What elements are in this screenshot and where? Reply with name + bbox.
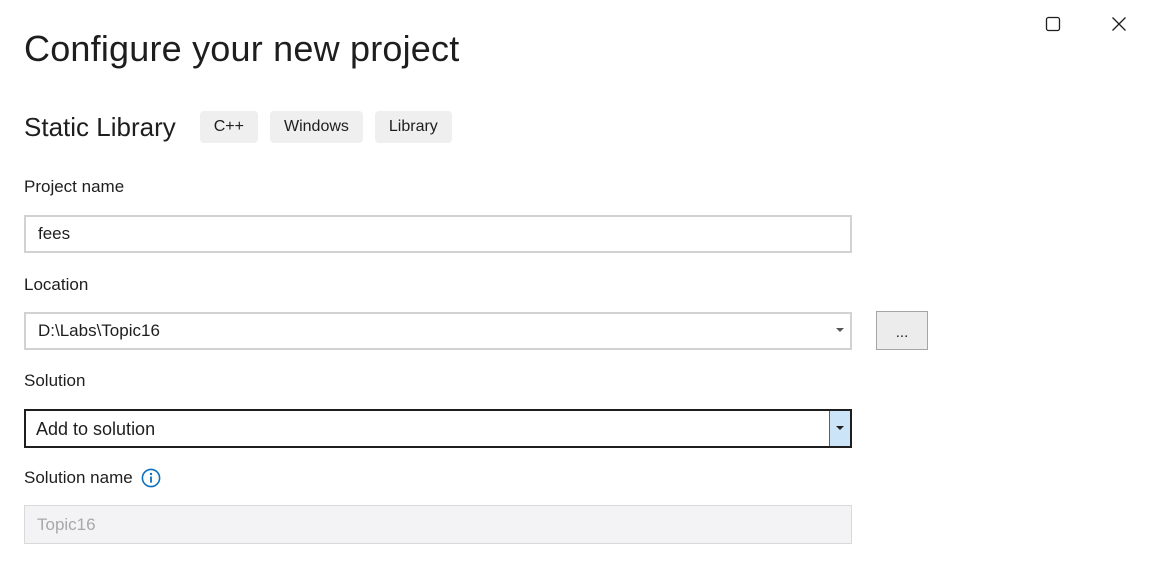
solution-name-label: Solution name [24,468,133,487]
project-name-label: Project name [24,177,125,196]
close-icon [1112,17,1126,31]
maximize-icon [1045,16,1061,32]
page-title: Configure your new project [24,28,460,69]
solution-dropdown-button[interactable] [829,411,850,446]
solution-dropdown[interactable]: Add to solution [24,409,852,448]
project-name-input[interactable] [24,215,852,253]
tag-platform: Windows [269,111,363,143]
info-icon[interactable] [141,468,161,488]
location-combobox[interactable]: D:\Labs\Topic16 [24,312,852,350]
template-header: Static Library C++ Windows Library [24,111,464,143]
chevron-down-icon [836,426,844,430]
solution-name-label-row: Solution name [24,468,161,488]
configure-project-dialog: Configure your new project Static Librar… [0,0,1151,562]
close-button[interactable] [1096,8,1142,40]
tag-project-type: Library [374,111,452,143]
solution-selected-value: Add to solution [36,419,156,439]
location-value: D:\Labs\Topic16 [38,321,160,340]
chevron-down-icon[interactable] [836,328,844,332]
browse-location-button[interactable]: ... [876,311,928,350]
location-label: Location [24,275,89,294]
template-name: Static Library [24,111,176,142]
solution-label: Solution [24,371,86,390]
tag-language: C++ [199,111,258,143]
maximize-button[interactable] [1030,8,1076,40]
solution-name-input: Topic16 [24,505,852,544]
